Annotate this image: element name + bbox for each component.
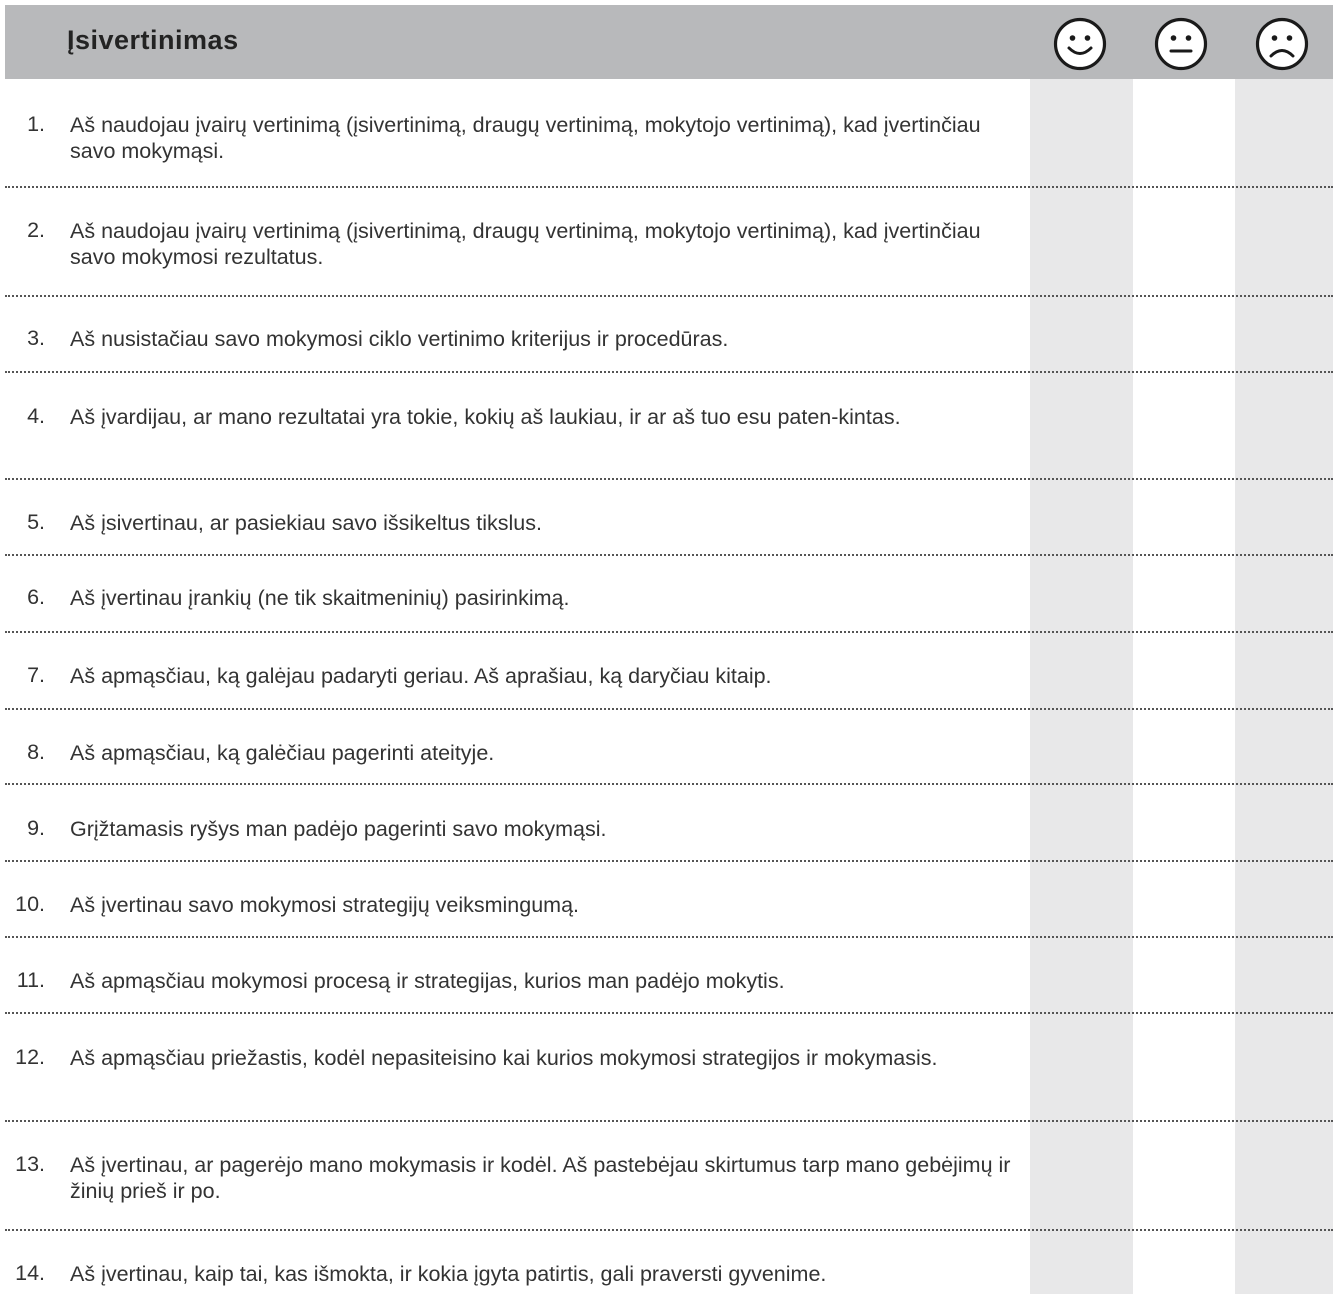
- item-number: 5.: [27, 510, 45, 534]
- item-text: Aš naudojau įvairų vertinimą (įsivertini…: [70, 113, 981, 163]
- item-number: 8.: [27, 740, 45, 764]
- item-text: Aš įsivertinau, ar pasiekiau savo išsike…: [70, 511, 542, 535]
- list-item: 7. Aš apmąsčiau, ką galėjau padaryti ger…: [5, 631, 1333, 710]
- item-text: Aš apmąsčiau, ką galėčiau pagerinti atei…: [70, 741, 495, 765]
- list-item: 8. Aš apmąsčiau, ką galėčiau pagerinti a…: [5, 708, 1333, 785]
- list-item: 11. Aš apmąsčiau mokymosi procesą ir str…: [5, 936, 1333, 1014]
- item-number: 2.: [27, 218, 45, 242]
- item-number: 9.: [27, 816, 45, 840]
- item-number: 4.: [27, 404, 45, 428]
- list-item: 6. Aš įvertinau įrankių (ne tik skaitmen…: [5, 554, 1333, 633]
- list-item: 2. Aš naudojau įvairų vertinimą (įsivert…: [5, 186, 1333, 297]
- self-assessment-table: Įsivertinimas 1. Aš naudojau įvairų vert…: [5, 5, 1333, 1294]
- item-number: 7.: [27, 663, 45, 687]
- item-number: 14.: [15, 1261, 45, 1285]
- list-item: 10. Aš įvertinau savo mokymosi strategij…: [5, 860, 1333, 938]
- item-text: Aš įvardijau, ar mano rezultatai yra tok…: [70, 405, 901, 429]
- item-text: Aš įvertinau, kaip tai, kas išmokta, ir …: [70, 1262, 827, 1286]
- item-number: 13.: [15, 1152, 45, 1176]
- item-text: Aš įvertinau, ar pagerėjo mano mokymasis…: [70, 1153, 1011, 1203]
- item-number: 1.: [27, 112, 45, 136]
- item-number: 3.: [27, 326, 45, 350]
- item-number: 12.: [15, 1045, 45, 1069]
- item-text: Aš įvertinau įrankių (ne tik skaitmenini…: [70, 586, 570, 610]
- list-item: 13. Aš įvertinau, ar pagerėjo mano mokym…: [5, 1120, 1333, 1231]
- item-text: Grįžtamasis ryšys man padėjo pagerinti s…: [70, 817, 607, 841]
- item-text: Aš apmąsčiau, ką galėjau padaryti geriau…: [70, 664, 772, 688]
- smiley-neutral-icon[interactable]: [1154, 17, 1208, 71]
- list-item: 14. Aš įvertinau, kaip tai, kas išmokta,…: [5, 1229, 1333, 1294]
- page-title: Įsivertinimas: [67, 25, 239, 55]
- list-item: 1. Aš naudojau įvairų vertinimą (įsivert…: [5, 79, 1333, 188]
- item-text: Aš apmąsčiau priežastis, kodėl nepasitei…: [70, 1046, 938, 1070]
- smiley-sad-icon[interactable]: [1255, 17, 1309, 71]
- item-text: Aš įvertinau savo mokymosi strategijų ve…: [70, 893, 580, 917]
- item-text: Aš nusistačiau savo mokymosi ciklo verti…: [70, 327, 729, 351]
- list-item: 12. Aš apmąsčiau priežastis, kodėl nepas…: [5, 1012, 1333, 1122]
- item-text: Aš apmąsčiau mokymosi procesą ir strateg…: [70, 969, 785, 993]
- item-number: 10.: [15, 892, 45, 916]
- list-item: 4. Aš įvardijau, ar mano rezultatai yra …: [5, 371, 1333, 480]
- list-item: 9. Grįžtamasis ryšys man padėjo pagerint…: [5, 783, 1333, 862]
- list-item: 5. Aš įsivertinau, ar pasiekiau savo išs…: [5, 478, 1333, 556]
- item-number: 11.: [16, 968, 45, 992]
- table-header: Įsivertinimas: [5, 5, 1333, 79]
- item-text: Aš naudojau įvairų vertinimą (įsivertini…: [70, 219, 981, 269]
- item-number: 6.: [27, 585, 45, 609]
- list-item: 3. Aš nusistačiau savo mokymosi ciklo ve…: [5, 295, 1333, 373]
- smiley-happy-icon[interactable]: [1053, 17, 1107, 71]
